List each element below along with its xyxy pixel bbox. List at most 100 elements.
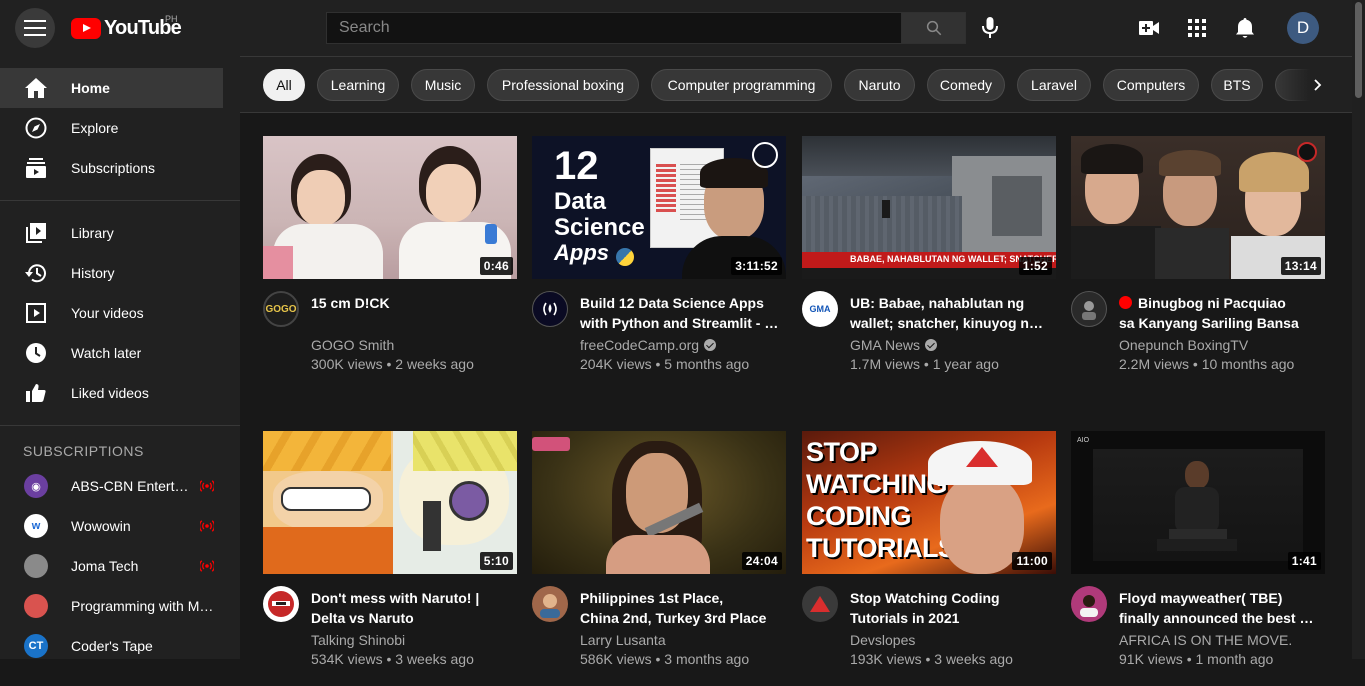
chevron-right-icon [1314, 79, 1322, 91]
video-thumbnail[interactable]: AIO 1:41 [1071, 431, 1325, 574]
your-videos-icon [24, 301, 48, 325]
chip-computers[interactable]: Computers [1103, 69, 1199, 101]
sidebar-item-label: Home [71, 80, 110, 96]
sidebar-item-liked-videos[interactable]: Liked videos [0, 373, 223, 413]
sidebar-item-home[interactable]: Home [0, 68, 223, 108]
sidebar-item-explore[interactable]: Explore [0, 108, 223, 148]
video-thumbnail[interactable]: 24:04 [532, 431, 786, 574]
sidebar-divider [0, 200, 240, 201]
video-title[interactable]: Floyd mayweather( TBE) finally announced … [1119, 588, 1319, 628]
video-duration: 5:10 [479, 552, 513, 570]
video-thumbnail[interactable]: BABAE, NAHABLUTAN NG WALLET; SNATCHER, K… [802, 136, 1056, 279]
video-card[interactable]: 24:04 Philippines 1st Place, China 2nd, T… [532, 431, 786, 686]
video-title[interactable]: Don't mess with Naruto! | Delta vs Naruto [311, 588, 511, 628]
sidebar-item-history[interactable]: History [0, 253, 223, 293]
account-avatar[interactable]: D [1287, 12, 1319, 44]
sidebar-item-watch-later[interactable]: Watch later [0, 333, 223, 373]
chip-next-button[interactable] [1306, 73, 1330, 97]
video-thumbnail[interactable]: 0:46 [263, 136, 517, 279]
search-input[interactable] [339, 19, 889, 37]
apps-button[interactable] [1185, 16, 1209, 40]
thumbnail-text: CODING [806, 501, 912, 531]
thumbnail-text: WATCHING [806, 469, 947, 499]
channel-name[interactable]: GOGO Smith [311, 337, 394, 353]
subscription-item[interactable]: Programming with Mosh [0, 586, 223, 626]
chip-music[interactable]: Music [411, 69, 475, 101]
live-icon [200, 560, 214, 572]
channel-name[interactable]: Devslopes [850, 632, 915, 648]
channel-name[interactable]: Talking Shinobi [311, 632, 405, 648]
channel-name[interactable]: Onepunch BoxingTV [1119, 337, 1248, 353]
page-scrollbar[interactable] [1352, 0, 1365, 659]
channel-name[interactable]: GMA News [850, 337, 938, 353]
voice-search-button[interactable] [975, 13, 1005, 43]
channel-avatar[interactable]: GMA [802, 291, 838, 327]
video-thumbnail[interactable]: 13:14 [1071, 136, 1325, 279]
chip-naruto[interactable]: Naruto [844, 69, 915, 101]
subscription-item[interactable]: CT Coder's Tape [0, 626, 223, 666]
video-title[interactable]: UB: Babae, nahablutan ng wallet; snatcher… [850, 293, 1050, 333]
chip-comedy[interactable]: Comedy [927, 69, 1005, 101]
video-card[interactable]: BABAE, NAHABLUTAN NG WALLET; SNATCHER, K… [802, 136, 1056, 391]
sidebar-item-your-videos[interactable]: Your videos [0, 293, 223, 333]
menu-icon[interactable] [15, 8, 55, 48]
notifications-button[interactable] [1233, 16, 1257, 40]
thumbnail-text: Apps [554, 240, 609, 265]
channel-avatar[interactable] [1071, 291, 1107, 327]
video-meta: Don't mess with Naruto! | Delta vs Naruto… [263, 586, 517, 686]
red-dot-icon [1119, 296, 1132, 309]
video-meta: GMA UB: Babae, nahablutan ng wallet; snat… [802, 291, 1056, 391]
video-title[interactable]: Build 12 Data Science Apps with Python an… [580, 293, 780, 333]
subscription-item[interactable]: w Wowowin [0, 506, 223, 546]
video-thumbnail[interactable]: 12 Data Science Apps 3:11:52 [532, 136, 786, 279]
chip-computer-programming[interactable]: Computer programming [651, 69, 832, 101]
channel-name[interactable]: Larry Lusanta [580, 632, 666, 648]
sidebar-item-label: Explore [71, 120, 119, 136]
sidebar-item-subscriptions[interactable]: Subscriptions [0, 148, 223, 188]
channel-avatar: CT [24, 634, 48, 658]
subscription-item[interactable]: Joma Tech [0, 546, 223, 586]
channel-avatar[interactable] [263, 586, 299, 622]
search-button[interactable] [901, 12, 966, 44]
chip-learning[interactable]: Learning [317, 69, 399, 101]
video-card[interactable]: STOP WATCHING CODING TUTORIALS 11:00 Sto… [802, 431, 1056, 686]
channel-name[interactable]: AFRICA IS ON THE MOVE. [1119, 632, 1309, 648]
subscription-item[interactable]: ◉ ABS-CBN Entertainment [0, 466, 223, 506]
video-stats: 534K views • 3 weeks ago [311, 651, 474, 667]
thumbnail-text: STOP [806, 437, 878, 467]
video-stats: 300K views • 2 weeks ago [311, 356, 474, 372]
video-card[interactable]: 0:46 GOGO 15 cm D!CK GOGO Smith 300K vie… [263, 136, 517, 391]
video-meta: Stop Watching Coding Tutorials in 2021 De… [802, 586, 1056, 686]
sidebar: Home Explore Subscriptions Library Histo… [0, 56, 240, 659]
video-title[interactable]: Binugbog ni Pacquiao sa Kanyang Sariling … [1119, 293, 1319, 333]
chip-professional-boxing[interactable]: Professional boxing [487, 69, 639, 101]
channel-avatar[interactable] [532, 291, 568, 327]
chip-laravel[interactable]: Laravel [1017, 69, 1091, 101]
channel-avatar[interactable] [802, 586, 838, 622]
channel-avatar[interactable] [532, 586, 568, 622]
video-card[interactable]: 5:10 Don't mess with Naruto! | Delta vs N… [263, 431, 517, 686]
channel-avatar [24, 594, 48, 618]
chip-all[interactable]: All [263, 69, 305, 101]
video-card[interactable]: 13:14 Binugbog ni Pacquiao sa Kanyang Sar… [1071, 136, 1325, 391]
video-thumbnail[interactable]: STOP WATCHING CODING TUTORIALS 11:00 [802, 431, 1056, 574]
subscriptions-icon [24, 156, 48, 180]
video-thumbnail[interactable]: 5:10 [263, 431, 517, 574]
chip-bts[interactable]: BTS [1211, 69, 1263, 101]
channel-avatar[interactable] [1071, 586, 1107, 622]
video-stats: 204K views • 5 months ago [580, 356, 750, 372]
subscription-label: Wowowin [71, 518, 131, 534]
scrollbar-thumb[interactable] [1355, 2, 1362, 98]
video-card[interactable]: AIO 1:41 Floyd mayweather( TBE) finally a… [1071, 431, 1325, 686]
channel-avatar[interactable]: GOGO [263, 291, 299, 327]
channel-name[interactable]: freeCodeCamp.org [580, 337, 717, 353]
video-title[interactable]: Philippines 1st Place, China 2nd, Turkey … [580, 588, 780, 628]
create-video-button[interactable] [1137, 16, 1161, 40]
video-duration: 11:00 [1012, 552, 1052, 570]
video-title[interactable]: Stop Watching Coding Tutorials in 2021 [850, 588, 1050, 628]
video-card[interactable]: 12 Data Science Apps 3:11:52 Build 12 Da… [532, 136, 786, 391]
video-title[interactable]: 15 cm D!CK [311, 293, 511, 313]
sidebar-item-library[interactable]: Library [0, 213, 223, 253]
thumbnail-text: TUTORIALS [806, 533, 956, 563]
bell-icon [1236, 17, 1254, 38]
